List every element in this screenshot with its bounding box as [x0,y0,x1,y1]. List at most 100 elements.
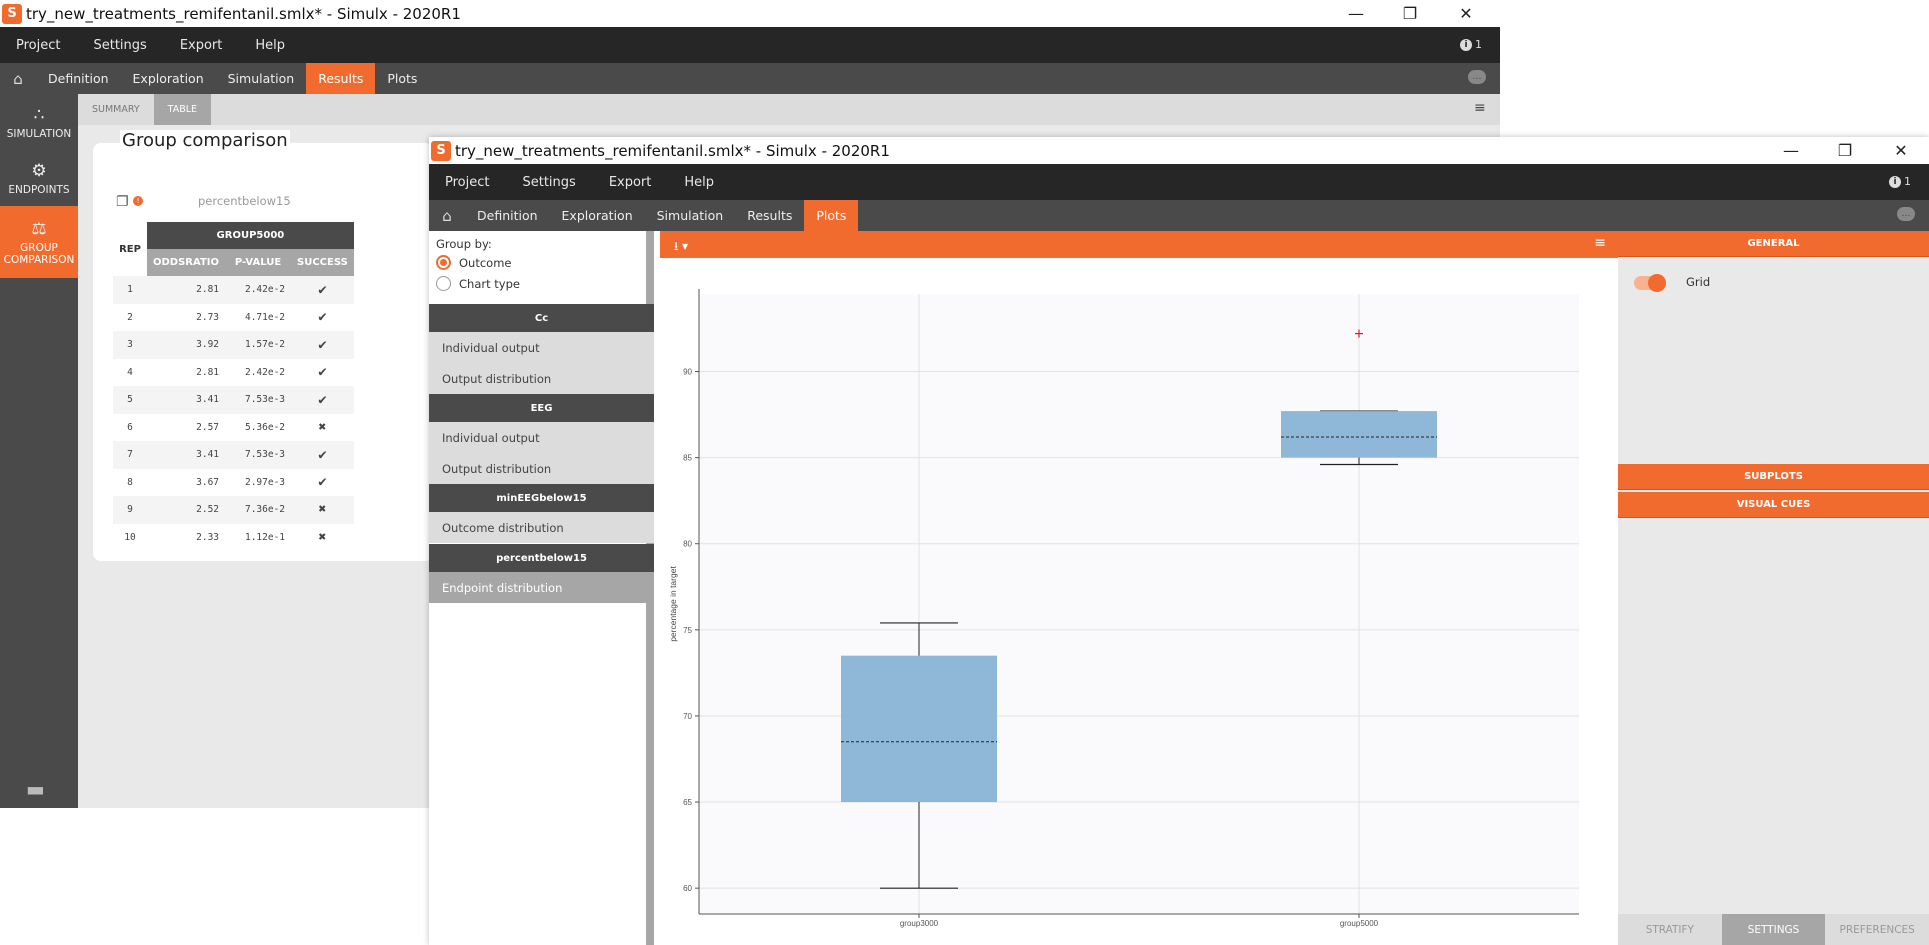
tab-definition[interactable]: Definition [465,200,550,231]
item-endpoint-distribution[interactable]: Endpoint distribution [429,572,654,603]
y-tick-label: 75 [683,626,692,635]
app-logo-icon: S [431,140,451,161]
subtab-summary[interactable]: SUMMARY [78,94,154,125]
tab-preferences[interactable]: PREFERENCES [1825,914,1929,945]
close-icon[interactable]: ✕ [1873,137,1929,164]
cell-oddsratio: 3.92 [147,331,226,359]
tab-stratify[interactable]: STRATIFY [1618,914,1722,945]
radio-chart-type[interactable]: Chart type [436,276,520,291]
plot-selector-panel: Group by: Outcome Chart type Cc Individu… [429,231,654,945]
y-tick-label: 65 [683,798,692,807]
plot-background [699,294,1579,914]
app-logo-icon: S [2,3,22,24]
table-caption: percentbelow15 [198,194,291,208]
check-icon: ✔ [291,441,354,469]
item-eeg-individual-output[interactable]: Individual output [429,422,654,453]
close-icon[interactable]: ✕ [1438,0,1494,27]
tab-simulation[interactable]: Simulation [216,63,307,94]
info-badge[interactable]: i 1 [1460,38,1482,51]
tab-results[interactable]: Results [735,200,804,231]
cross-icon: ✖ [318,419,327,435]
info-count: 1 [1475,38,1482,51]
minimize-icon[interactable]: — [1328,0,1384,27]
results-table: REP GROUP5000 ODDSRATIO P-VALUE SUCCESS … [113,222,354,551]
simulation-icon: ∴ [33,104,45,125]
menu-help[interactable]: Help [255,38,285,53]
cell-pvalue: 7.53e-3 [225,441,292,469]
section-subplots[interactable]: SUBPLOTS [1618,464,1929,490]
subtab-table[interactable]: TABLE [153,94,212,125]
table-row: 1 2.81 2.42e-2 ✔ [113,276,354,304]
section-visual-cues[interactable]: VISUAL CUES [1618,492,1929,518]
cell-oddsratio: 3.41 [147,441,226,469]
sidebar-item-simulation[interactable]: ∴ SIMULATION [0,94,78,150]
tab-plots[interactable]: Plots [804,200,859,231]
item-eeg-output-distribution[interactable]: Output distribution [429,453,654,484]
menu-icon[interactable]: ≡ [1474,100,1486,116]
menu-settings[interactable]: Settings [522,175,575,190]
item-cc-individual-output[interactable]: Individual output [429,332,654,363]
table-row: 5 3.41 7.53e-3 ✔ [113,386,354,414]
x-tick-label: group3000 [900,919,939,928]
cell-oddsratio: 2.73 [196,311,220,323]
copy-icon[interactable]: ❐ [116,194,129,210]
cell-oddsratio: 2.57 [196,421,220,433]
cell-pvalue: 4.71e-2 [244,311,286,323]
tab-results[interactable]: Results [306,63,376,94]
cell-oddsratio: 2.81 [147,276,226,304]
menu-help[interactable]: Help [684,175,714,190]
tab-simulation[interactable]: Simulation [645,200,736,231]
check-icon: ✔ [318,309,327,326]
cell-rep: 1 [113,276,147,304]
sidebar-item-endpoints[interactable]: ⚙ ENDPOINTS [0,150,78,206]
y-axis-label: percentage in target [668,566,678,642]
plot-menu-icon[interactable]: ≡ [1594,235,1606,251]
tab-exploration[interactable]: Exploration [121,63,216,94]
grid-toggle[interactable] [1634,274,1666,292]
restore-icon[interactable]: ❐ [1817,137,1873,164]
check-icon: ✔ [291,386,354,414]
menu-export[interactable]: Export [180,38,223,53]
chat-icon[interactable]: … [1468,70,1486,84]
tab-definition[interactable]: Definition [36,63,121,94]
radio-outcome[interactable]: Outcome [436,255,512,270]
cell-rep: 8 [127,476,133,488]
home-icon[interactable]: ⌂ [0,63,36,94]
download-icon[interactable]: ⭳ ▾ [674,237,688,258]
radio-button[interactable] [436,276,451,291]
cell-oddsratio: 3.41 [147,386,226,414]
col-pvalue: P-VALUE [225,249,292,276]
minimize-icon[interactable]: — [1763,137,1819,164]
section-general[interactable]: GENERAL [1618,231,1929,257]
sidebar-item-group-comparison[interactable]: ⚖ GROUP COMPARISON [0,206,78,278]
folder-icon[interactable]: ▬ [26,777,45,801]
plot-area: 60 65 70 75 80 85 90 percentage in target group3… [660,258,1618,945]
tab-settings[interactable]: SETTINGS [1721,914,1826,945]
menu-project[interactable]: Project [16,38,60,53]
title-bar: S try_new_treatments_remifentanil.smlx* … [0,0,1500,27]
y-tick-label: 60 [683,884,692,893]
cross-icon: ✖ [291,496,354,524]
restore-icon[interactable]: ❐ [1382,0,1438,27]
menu-bar: Project Settings Export Help [0,27,1500,63]
info-badge[interactable]: i 1 [1889,175,1911,188]
radio-button-selected[interactable] [436,255,451,270]
home-icon[interactable]: ⌂ [429,200,465,231]
endpoints-icon: ⚙ [31,160,47,181]
cell-pvalue: 1.57e-2 [225,331,292,359]
title-bar: S try_new_treatments_remifentanil.smlx* … [429,137,1929,164]
item-cc-output-distribution[interactable]: Output distribution [429,363,654,394]
tab-plots[interactable]: Plots [375,63,429,94]
menu-export[interactable]: Export [609,175,652,190]
tab-exploration[interactable]: Exploration [550,200,645,231]
y-tick-label: 70 [683,712,692,721]
section-cc: Cc [429,304,654,332]
chat-icon[interactable]: … [1897,207,1915,221]
menu-settings[interactable]: Settings [93,38,146,53]
cell-pvalue: 7.36e-2 [225,496,292,524]
section-mineegbelow15: minEEGbelow15 [429,484,654,512]
item-outcome-distribution[interactable]: Outcome distribution [429,512,654,543]
check-icon: ✔ [318,364,327,381]
group-header: GROUP5000 [147,222,354,249]
menu-project[interactable]: Project [445,175,489,190]
